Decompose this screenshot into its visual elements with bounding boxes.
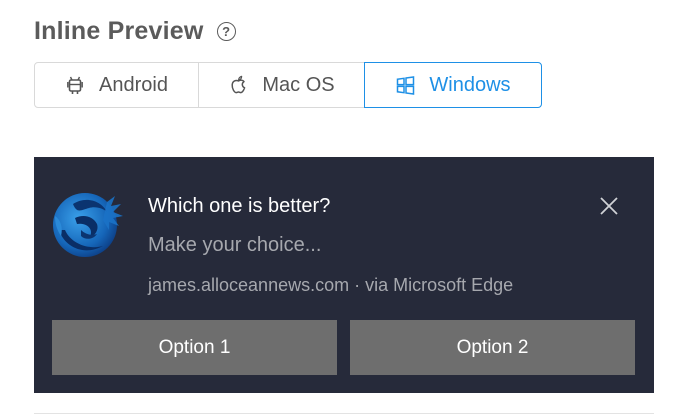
divider (34, 413, 654, 414)
tab-macos[interactable]: Mac OS (198, 62, 365, 108)
tab-label-windows: Windows (429, 73, 511, 96)
apple-icon (228, 75, 248, 95)
tab-label-android: Android (99, 73, 168, 96)
notification-source: james.alloceannews.com · via Microsoft E… (148, 275, 514, 295)
windows-notification-preview: Which one is better? Make your choice...… (34, 157, 654, 393)
site-logo-icon (51, 190, 125, 260)
tab-label-macos: Mac OS (262, 73, 335, 96)
notification-title: Which one is better? (148, 195, 331, 217)
page-title: Inline Preview (34, 16, 204, 45)
close-icon (599, 196, 619, 216)
platform-tabs: Android Mac OS Windows (34, 62, 542, 108)
tab-windows[interactable]: Windows (364, 62, 542, 108)
close-button[interactable] (596, 193, 622, 219)
notification-body: Make your choice... (148, 234, 322, 256)
windows-icon (395, 75, 415, 95)
title-row: Inline Preview ? (34, 14, 236, 48)
option-2-button[interactable]: Option 2 (350, 320, 635, 375)
tab-android[interactable]: Android (34, 62, 199, 108)
android-icon (65, 75, 85, 95)
inline-preview-panel: Inline Preview ? Android Mac OS Windows … (0, 0, 690, 418)
question-circle-icon[interactable]: ? (216, 21, 236, 41)
option-1-button[interactable]: Option 1 (52, 320, 337, 375)
